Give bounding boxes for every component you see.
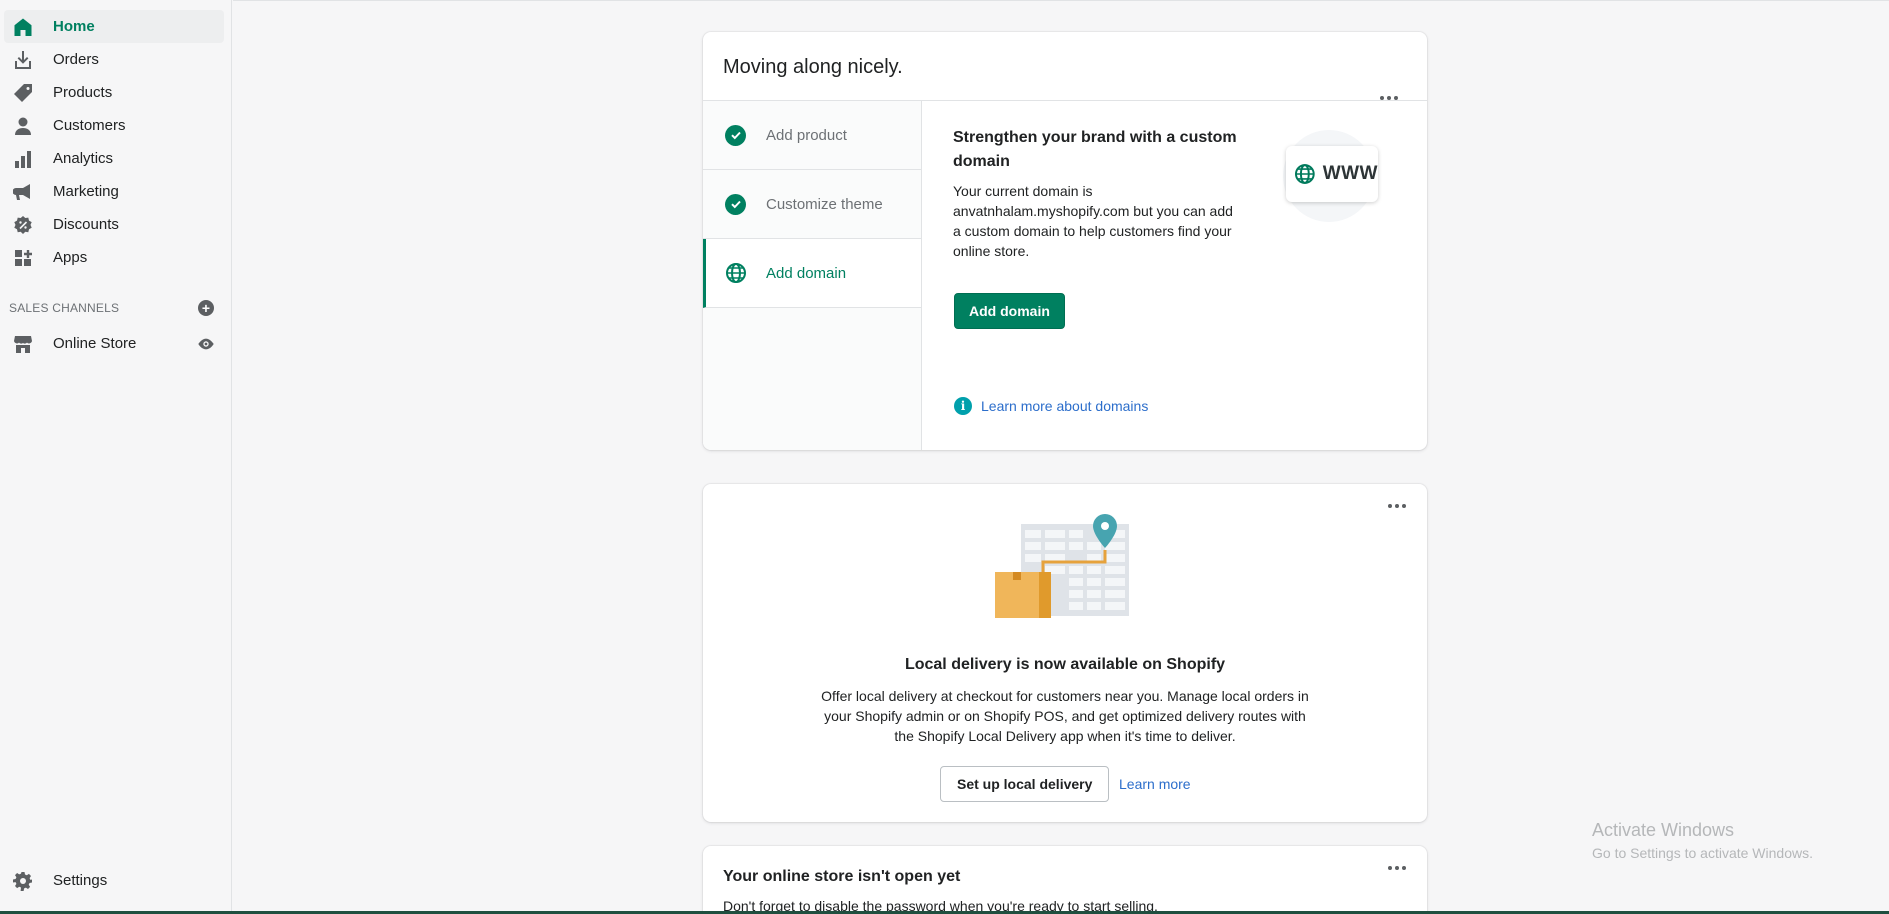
learn-more-link[interactable]: Learn more: [1119, 776, 1191, 792]
sidebar-item-label: Orders: [53, 51, 99, 68]
checkmark-icon: [725, 124, 746, 146]
globe-icon: [1294, 164, 1315, 184]
globe-icon: [726, 263, 746, 283]
sidebar-item-label: Home: [53, 18, 95, 35]
sidebar-item-customers[interactable]: Customers: [4, 109, 224, 142]
person-icon: [12, 115, 34, 137]
more-actions-button[interactable]: [1385, 858, 1409, 878]
more-actions-button[interactable]: [1377, 88, 1401, 108]
activate-windows-watermark: Activate Windows Go to Settings to activ…: [1592, 820, 1813, 861]
sidebar: Home Orders Products Customers Analytics…: [0, 0, 232, 914]
sidebar-item-label: Discounts: [53, 216, 119, 233]
sidebar-item-home[interactable]: Home: [4, 10, 224, 43]
step-label: Add product: [766, 126, 847, 144]
watermark-line1: Activate Windows: [1592, 820, 1735, 840]
online-store-card: Your online store isn't open yet Don't f…: [703, 846, 1427, 914]
gear-icon: [12, 870, 34, 892]
card-title: Moving along nicely.: [723, 56, 903, 78]
sidebar-item-label: Analytics: [53, 150, 114, 167]
watermark-line2: Go to Settings to activate Windows.: [1592, 845, 1813, 861]
info-icon: i: [954, 397, 972, 415]
add-sales-channel-icon[interactable]: +: [198, 300, 214, 316]
store-icon: [12, 333, 34, 355]
step-label: Add domain: [766, 264, 847, 282]
delivery-map-illustration: [995, 514, 1129, 618]
online-store-card-title: Your online store isn't open yet: [723, 868, 961, 885]
sidebar-item-settings[interactable]: Settings: [4, 864, 219, 897]
orders-icon: [12, 49, 34, 71]
step-customize-theme[interactable]: Customize theme: [703, 170, 921, 239]
bar-chart-icon: [12, 148, 34, 170]
more-actions-button[interactable]: [1385, 496, 1409, 516]
megaphone-icon: [12, 181, 34, 203]
sidebar-item-products[interactable]: Products: [4, 76, 224, 109]
local-delivery-card: Local delivery is now available on Shopi…: [703, 484, 1427, 822]
step-add-domain[interactable]: Add domain: [703, 239, 921, 308]
sidebar-item-online-store[interactable]: Online Store: [4, 327, 219, 360]
sidebar-item-label: Settings: [53, 872, 108, 889]
checkmark-icon: [725, 193, 746, 215]
sidebar-item-apps[interactable]: Apps: [4, 241, 224, 274]
step-label: Customize theme: [766, 195, 883, 213]
domain-illustration: WWW: [1283, 130, 1378, 222]
delivery-card-title: Local delivery is now available on Shopi…: [904, 656, 1226, 673]
learn-more-domains-label: Learn more about domains: [981, 398, 1149, 414]
setup-local-delivery-button[interactable]: Set up local delivery: [940, 766, 1110, 802]
sidebar-item-label: Customers: [53, 117, 126, 134]
www-badge: WWW: [1286, 146, 1378, 202]
sidebar-item-marketing[interactable]: Marketing: [4, 175, 224, 208]
sidebar-item-orders[interactable]: Orders: [4, 43, 224, 76]
step-add-product[interactable]: Add product: [703, 101, 921, 170]
main-nav: Home Orders Products Customers Analytics…: [4, 10, 224, 274]
step-content-body: Your current domain is anvatnhalam.mysho…: [953, 183, 1233, 259]
sidebar-item-label: Online Store: [53, 335, 137, 352]
sidebar-item-analytics[interactable]: Analytics: [4, 142, 224, 175]
top-divider: [233, 0, 1889, 1]
discount-icon: [12, 214, 34, 236]
eye-icon[interactable]: [197, 335, 215, 353]
sales-channels-label: SALES CHANNELS: [9, 301, 120, 315]
home-icon: [12, 16, 34, 38]
sidebar-item-label: Products: [53, 84, 113, 101]
add-domain-button[interactable]: Add domain: [954, 293, 1065, 329]
www-text: WWW: [1322, 163, 1378, 184]
sales-channels-header: SALES CHANNELS +: [9, 300, 214, 316]
sidebar-item-label: Apps: [53, 249, 88, 266]
sidebar-item-label: Marketing: [53, 183, 119, 200]
setup-guide-card: Moving along nicely. Add product Customi…: [703, 32, 1427, 450]
learn-more-domains-link[interactable]: i Learn more about domains: [954, 397, 1148, 415]
tag-icon: [12, 82, 34, 104]
setup-steps-list: Add product Customize theme Add domain: [703, 101, 922, 450]
sidebar-item-discounts[interactable]: Discounts: [4, 208, 224, 241]
step-content: Strengthen your brand with a custom doma…: [953, 126, 1243, 261]
apps-icon: [12, 247, 34, 269]
step-content-title: Strengthen your brand with a custom doma…: [953, 129, 1237, 170]
delivery-card-body: Offer local delivery at checkout for cus…: [821, 688, 1309, 744]
